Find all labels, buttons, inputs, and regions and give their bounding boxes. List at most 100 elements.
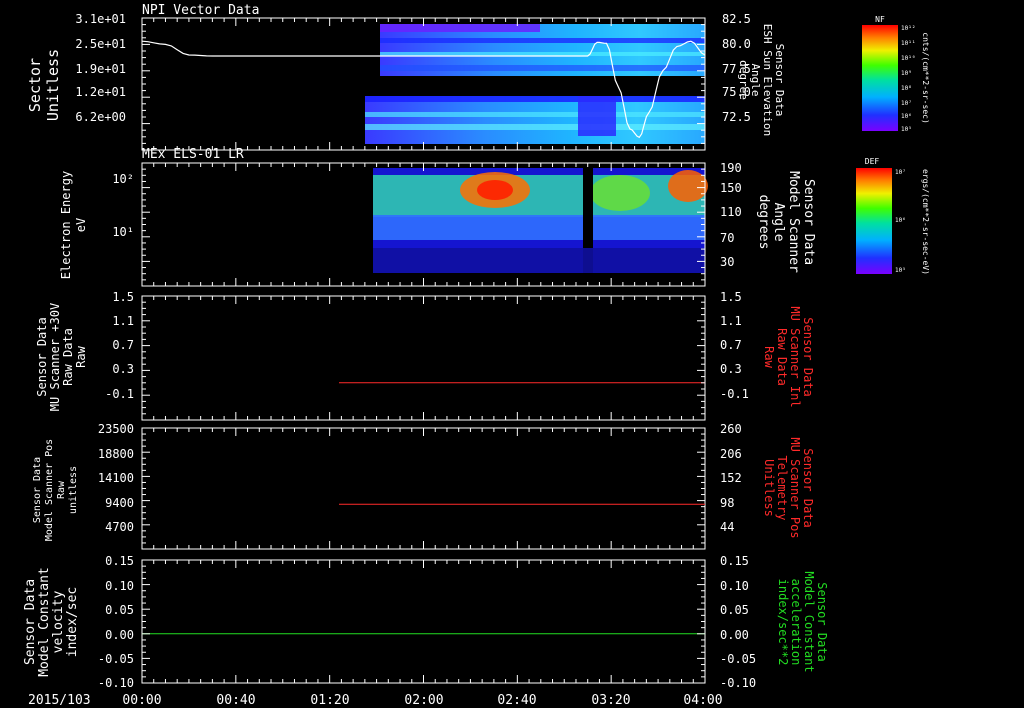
axis-label: Model Scanner <box>786 171 801 273</box>
panel4-right-label: Sensor Data MU Scanner Pos Telemetry Uni… <box>762 437 815 538</box>
heatmap-blob <box>578 96 616 136</box>
time-axis: 2015/103 00:00 00:40 01:20 02:00 02:40 0… <box>28 693 723 708</box>
tick-label: 1.1 <box>112 314 134 328</box>
heatmap-stripe <box>365 112 705 117</box>
colorbar-label: NF <box>875 15 885 24</box>
tick-label: -0.10 <box>98 676 134 690</box>
tick-label: 3.1e+01 <box>75 12 126 26</box>
panel1-left-axis: 3.1e+01 2.5e+01 1.9e+01 1.2e+01 6.2e+00 <box>75 12 126 124</box>
tick-label: 0.00 <box>105 628 134 642</box>
time-tick-label: 00:00 <box>122 693 161 708</box>
axis-label: index/sec <box>65 587 80 657</box>
colorbar-tick: 10⁷ <box>901 100 912 107</box>
tick-label: 152 <box>720 471 742 485</box>
panel3-left-label: Sensor Data MU Scanner +30V Raw Data Raw <box>35 303 88 411</box>
axis-label: degrees <box>756 195 771 250</box>
tick-label: 18800 <box>98 447 134 461</box>
panel-mu-scanner-raw <box>141 295 706 421</box>
axis-label: Raw Data <box>61 328 75 386</box>
tick-label: 9400 <box>105 496 134 510</box>
panel-frame <box>141 295 706 421</box>
panel5-right-label: Sensor Data Model Constant acceleration … <box>776 571 829 672</box>
axis-label: MU Scanner +30V <box>48 303 62 411</box>
time-tick-label: 02:40 <box>497 693 536 708</box>
panel-frame <box>141 559 706 684</box>
heatmap-band <box>373 175 705 217</box>
heatmap-band <box>373 248 705 273</box>
tick-label: 0.05 <box>720 603 749 617</box>
tick-label: 72.5 <box>722 110 751 124</box>
panel3-right-label: Sensor Data MU Scanner Inl Raw Data Raw <box>762 306 815 407</box>
colorbar-nf: NF 10¹² 10¹¹ 10¹⁰ 10⁹ 10⁸ 10⁷ 10⁶ 10⁵ cn… <box>862 15 930 133</box>
panel5-left-axis: 0.15 0.10 0.05 0.00 -0.05 -0.10 <box>98 554 134 690</box>
heatmap-hotspot <box>590 175 650 211</box>
axis-label: Model Scanner Pos <box>44 439 55 541</box>
axis-label: Unitless <box>44 49 62 121</box>
tick-label: 10² <box>112 172 134 186</box>
tick-label: -0.10 <box>720 676 756 690</box>
heatmap-hotspot <box>477 180 513 200</box>
axis-label: Sensor Data <box>801 317 815 396</box>
heatmap-band <box>373 215 705 240</box>
spectrogram-plot-stack: NPI Vector Data 3.1e+01 2.5e+01 1.9e+01 … <box>23 3 930 708</box>
tick-label: 82.5 <box>722 12 751 26</box>
tick-label: 1.5 <box>720 290 742 304</box>
colorbar-tick: 10⁵ <box>901 126 912 133</box>
axis-label: Sector <box>26 58 44 112</box>
colorbar-tick: 10⁶ <box>901 113 912 120</box>
colorbar-units: ergs/(cm**2-sr-sec-eV) <box>921 169 930 275</box>
axis-label: unitless <box>68 466 79 514</box>
tick-label: 1.5 <box>112 290 134 304</box>
axis-label: Sensor Data <box>32 457 43 523</box>
tick-label: 23500 <box>98 422 134 436</box>
panel4-left-axis: 23500 18800 14100 9400 4700 <box>98 422 134 534</box>
tick-label: 150 <box>720 181 742 195</box>
panel3-right-axis: 1.5 1.1 0.7 0.3 -0.1 <box>720 290 749 401</box>
time-tick-label: 04:00 <box>683 693 722 708</box>
panel4-left-label: Sensor Data Model Scanner Pos Raw unitle… <box>32 439 79 541</box>
axis-label: Raw Data <box>775 328 789 386</box>
tick-label: 0.15 <box>720 554 749 568</box>
colorbar-tick: 10¹² <box>901 25 915 32</box>
time-tick-label: 00:40 <box>216 693 255 708</box>
time-tick-label: 03:20 <box>591 693 630 708</box>
colorbar-tick: 10¹¹ <box>901 40 915 47</box>
colorbar-tick: 10⁷ <box>895 169 906 176</box>
tick-label: 0.15 <box>105 554 134 568</box>
tick-label: -0.1 <box>720 387 749 401</box>
tick-label: 6.2e+00 <box>75 110 126 124</box>
panel1-left-label: Sector Unitless <box>26 49 62 121</box>
heatmap-stripe <box>365 124 705 130</box>
tick-label: 0.3 <box>720 362 742 376</box>
panel-mex-els: MEx ELS-01 LR <box>141 147 708 287</box>
panel2-right-label: Sensor Data Model Scanner Angle degrees <box>756 171 816 273</box>
axis-label: Raw <box>762 346 776 368</box>
date-label: 2015/103 <box>28 693 91 708</box>
npi-heatmap <box>365 24 705 144</box>
tick-label: 0.3 <box>112 362 134 376</box>
axis-label: velocity <box>51 591 66 654</box>
panel5-left-label: Sensor Data Model Constant velocity inde… <box>23 567 80 677</box>
tick-label: 0.7 <box>112 338 134 352</box>
tick-label: -0.1 <box>105 387 134 401</box>
tick-label: 1.9e+01 <box>75 62 126 76</box>
tick-label: 14100 <box>98 471 134 485</box>
colorbar-tick: 10⁹ <box>901 70 912 77</box>
tick-label: 0.7 <box>720 338 742 352</box>
axis-label: Unitless <box>762 459 776 517</box>
panel-frame <box>141 427 706 550</box>
heatmap-stripe <box>380 65 705 71</box>
tick-label: 110 <box>720 205 742 219</box>
els-heatmap <box>373 168 708 273</box>
panel3-left-axis: 1.5 1.1 0.7 0.3 -0.1 <box>105 290 134 401</box>
axis-label: MU Scanner Pos <box>788 437 802 538</box>
panel2-left-label: Electron Energy eV <box>59 171 88 279</box>
panel2-right-axis: 190 150 110 70 30 <box>720 161 742 269</box>
time-tick-label: 01:20 <box>310 693 349 708</box>
axis-label: Angle <box>771 202 786 241</box>
colorbar-def: DEF 10⁷ 10⁶ 10⁵ ergs/(cm**2-sr-sec-eV) <box>856 157 930 275</box>
axis-label: Sensor Data <box>23 579 38 665</box>
colorbar-tick: 10⁸ <box>901 85 912 92</box>
colorbar-label: DEF <box>865 157 880 166</box>
panel-scanner-pos <box>141 427 706 550</box>
